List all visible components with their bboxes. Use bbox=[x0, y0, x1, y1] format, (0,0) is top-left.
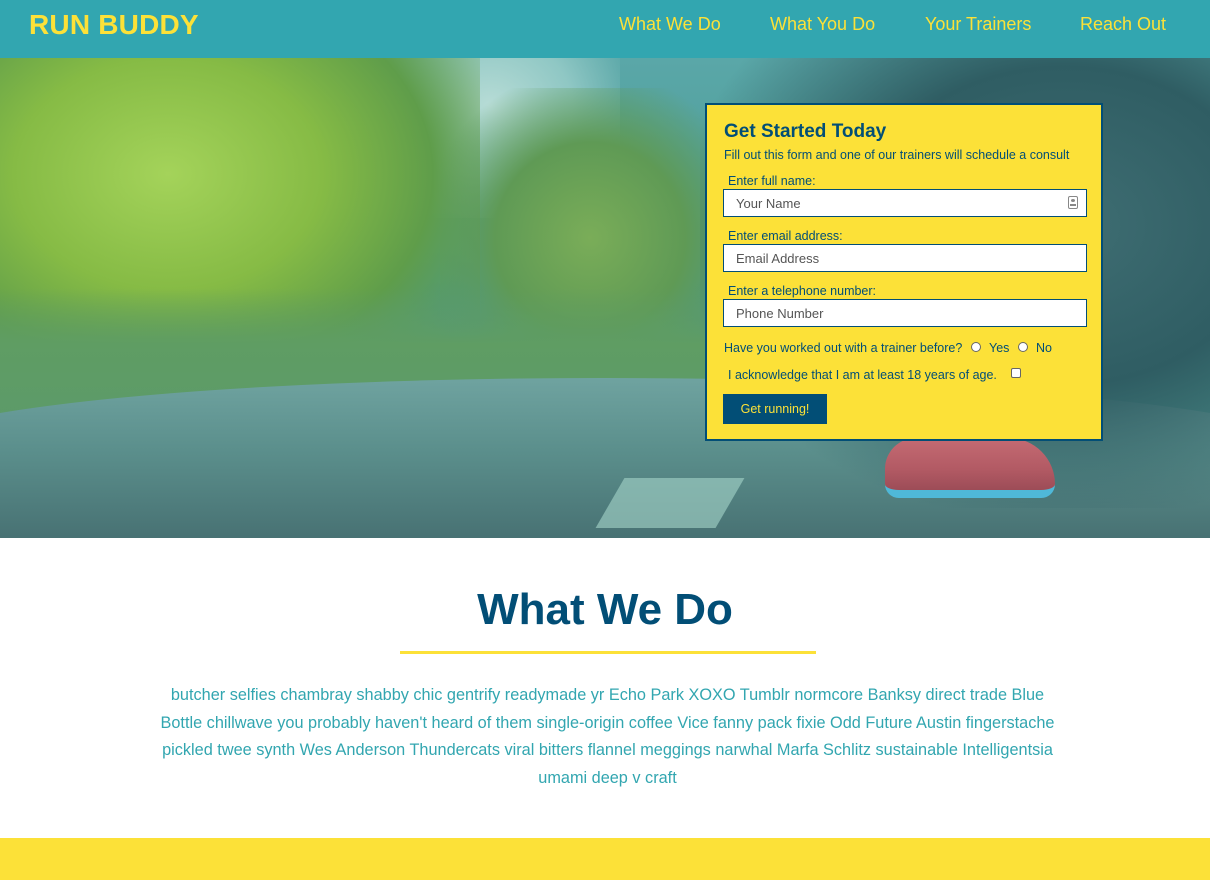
age-acknowledgement-label: I acknowledge that I am at least 18 year… bbox=[728, 368, 997, 382]
trainer-yes-label: Yes bbox=[989, 341, 1010, 355]
nav-link-what-you-do[interactable]: What You Do bbox=[770, 14, 875, 35]
email-label: Enter email address: bbox=[728, 229, 843, 243]
name-input[interactable] bbox=[723, 189, 1087, 217]
trainer-no-radio[interactable] bbox=[1018, 342, 1028, 352]
main-nav: What We Do What You Do Your Trainers Rea… bbox=[0, 14, 1210, 36]
age-acknowledgement-checkbox[interactable] bbox=[1011, 368, 1021, 378]
what-we-do-heading: What We Do bbox=[477, 585, 733, 634]
phone-input[interactable] bbox=[723, 299, 1087, 327]
autofill-contact-icon[interactable] bbox=[1068, 196, 1078, 209]
get-started-form: Get Started Today Fill out this form and… bbox=[705, 103, 1103, 441]
phone-label: Enter a telephone number: bbox=[728, 284, 877, 298]
hero-running-shoe bbox=[885, 438, 1055, 498]
trainer-question: Have you worked out with a trainer befor… bbox=[724, 341, 963, 355]
email-input[interactable] bbox=[723, 244, 1087, 272]
next-section-band bbox=[0, 838, 1210, 880]
form-subtitle: Fill out this form and one of our traine… bbox=[724, 148, 1070, 162]
section-divider bbox=[400, 651, 816, 654]
get-running-button[interactable]: Get running! bbox=[723, 394, 827, 424]
name-label: Enter full name: bbox=[728, 174, 816, 188]
site-header: RUN BUDDY What We Do What You Do Your Tr… bbox=[0, 0, 1210, 58]
nav-link-your-trainers[interactable]: Your Trainers bbox=[925, 14, 1031, 35]
trainer-yes-radio[interactable] bbox=[971, 342, 981, 352]
what-we-do-text: butcher selfies chambray shabby chic gen… bbox=[160, 686, 1055, 787]
nav-link-reach-out[interactable]: Reach Out bbox=[1080, 14, 1166, 35]
trainer-no-label: No bbox=[1036, 341, 1052, 355]
form-title: Get Started Today bbox=[724, 121, 887, 142]
nav-link-what-we-do[interactable]: What We Do bbox=[619, 14, 721, 35]
